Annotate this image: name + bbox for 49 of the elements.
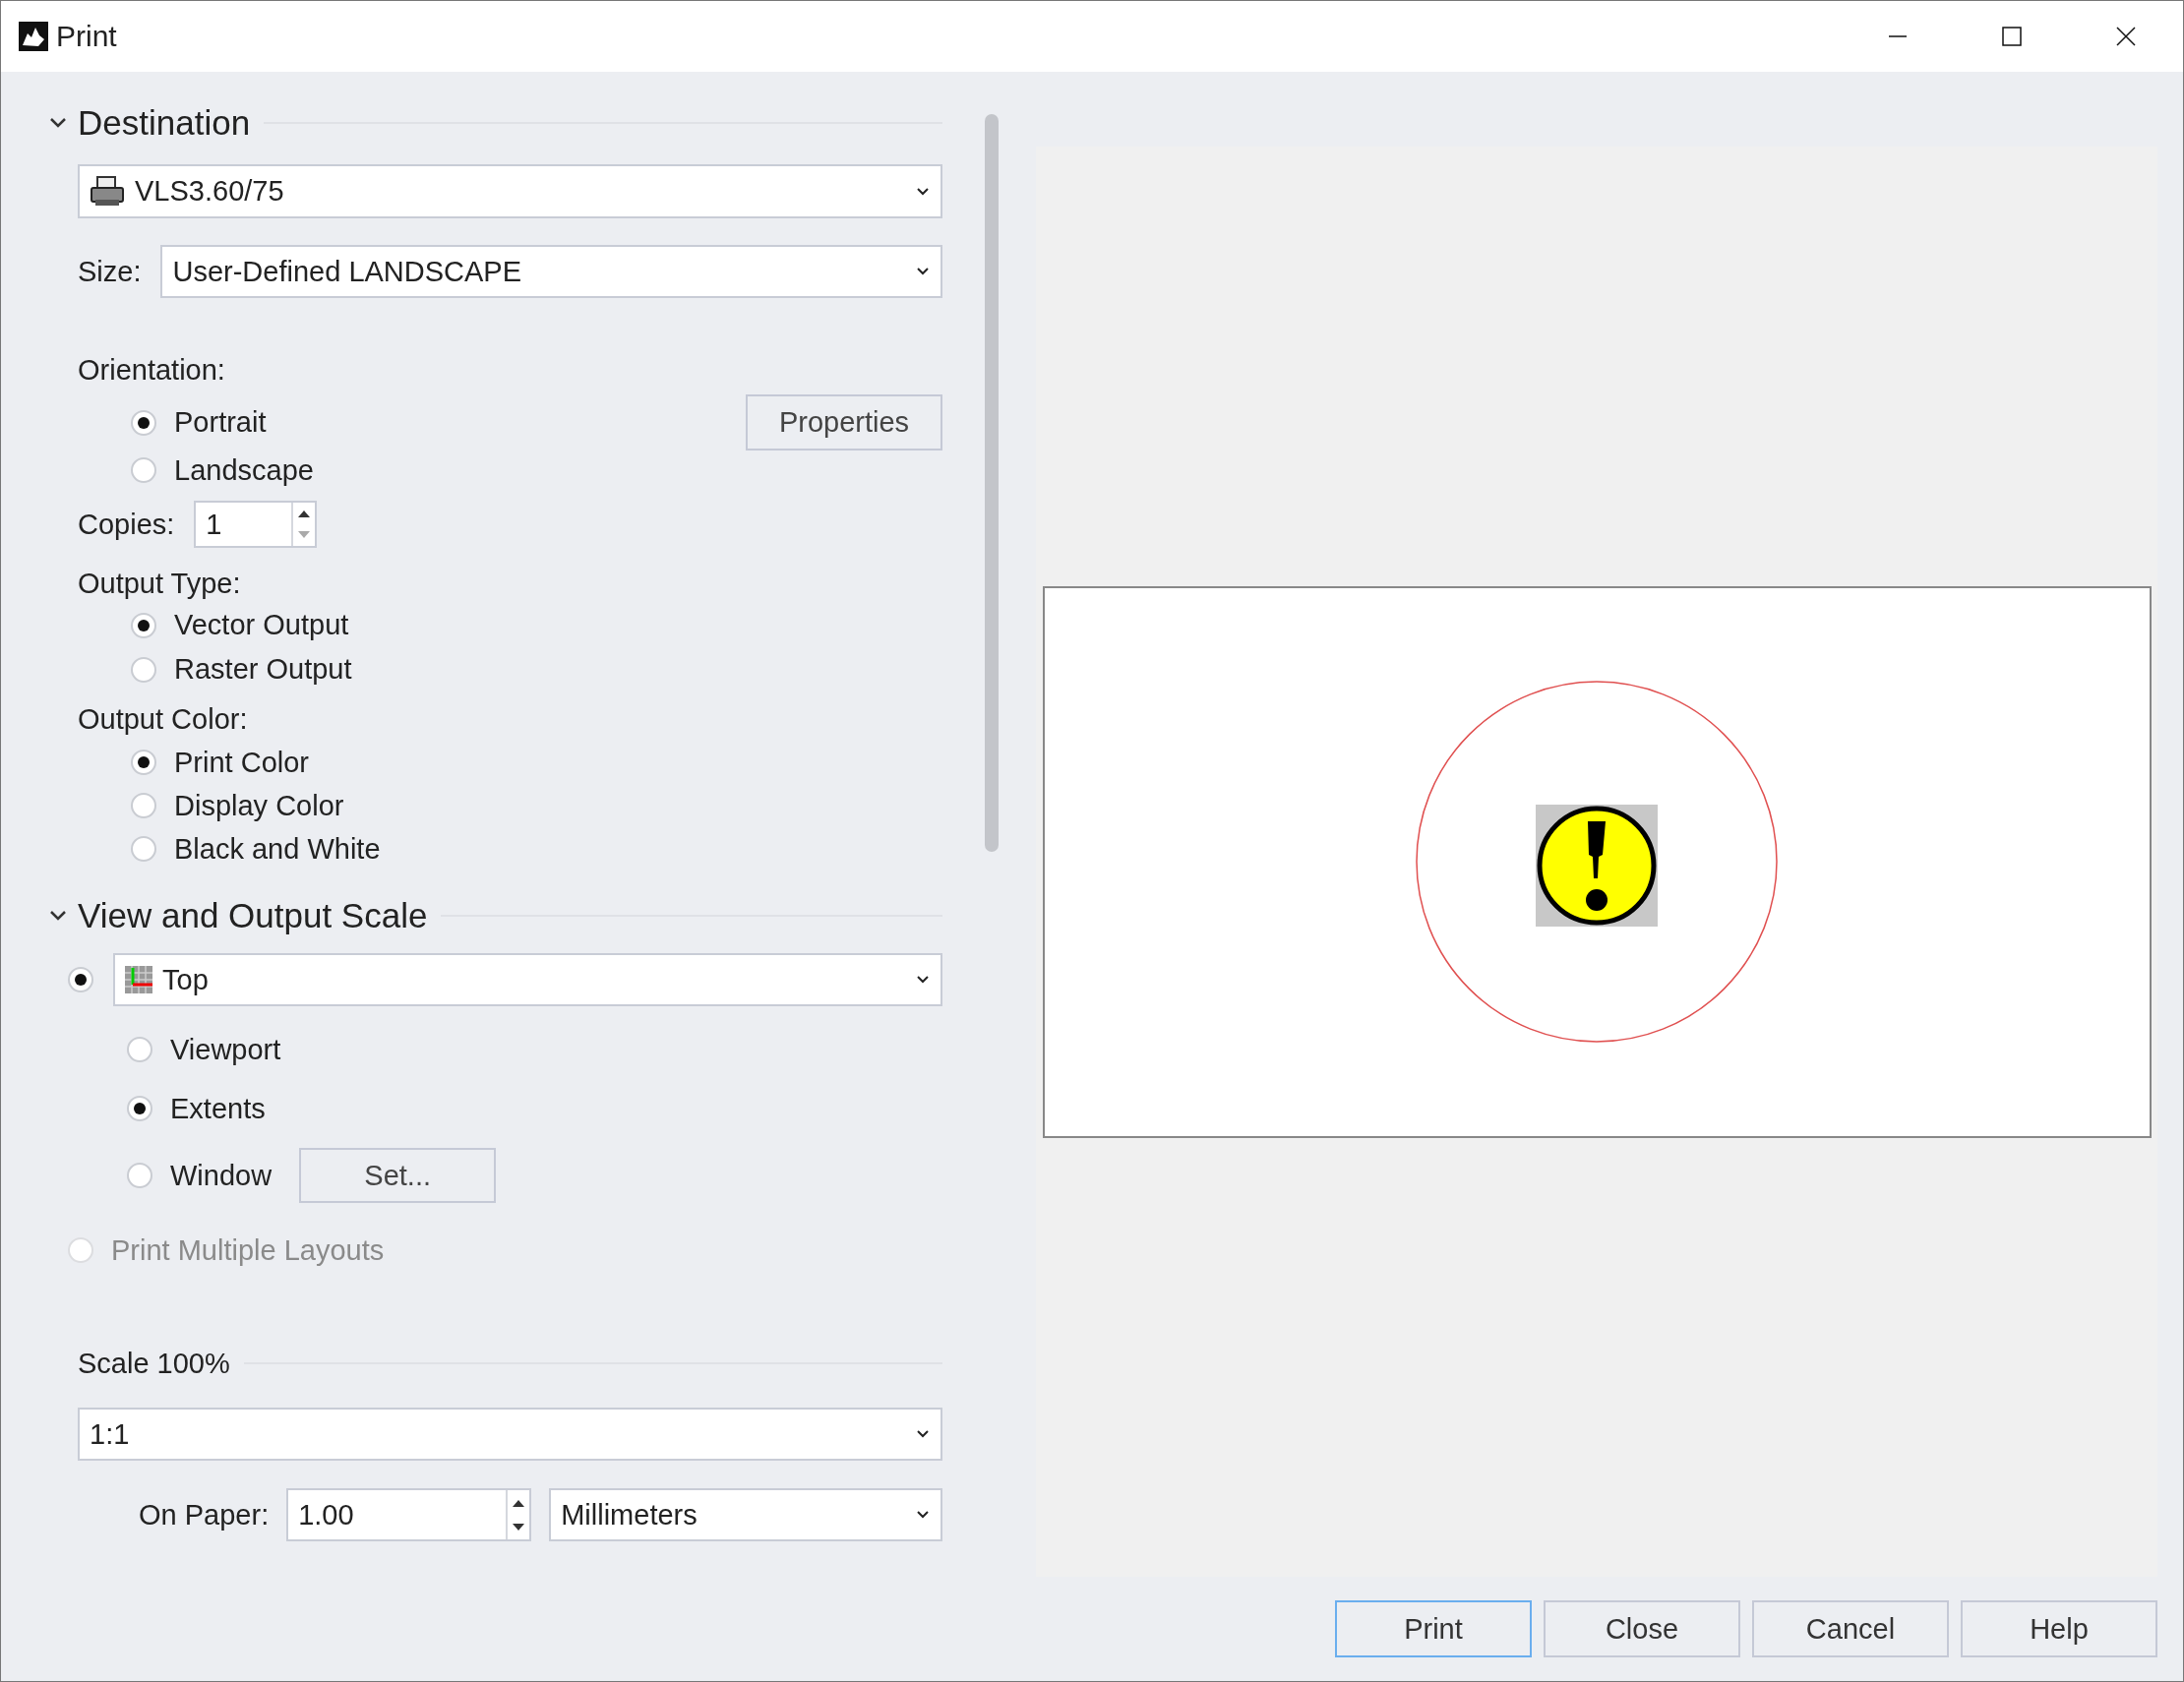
set-button[interactable]: Set... xyxy=(299,1148,497,1203)
up-arrow-icon xyxy=(297,509,312,518)
printer-dropdown[interactable]: VLS3.60/75 xyxy=(78,164,942,218)
radio-option[interactable]: Extents xyxy=(127,1092,266,1125)
down-arrow-icon xyxy=(297,530,312,540)
ratio-dropdown[interactable]: 1:1 xyxy=(78,1408,942,1461)
radio-option[interactable]: Window xyxy=(127,1159,273,1192)
size-dropdown[interactable]: User-Defined LANDSCAPE xyxy=(160,245,942,298)
radio-option[interactable]: Vector Output xyxy=(131,609,349,641)
field-label: Copies: xyxy=(78,508,175,541)
radio-option[interactable]: Landscape xyxy=(131,453,314,487)
grid-view-icon xyxy=(125,966,152,993)
group-label: Orientation: xyxy=(78,353,225,387)
dialog-button[interactable]: Cancel xyxy=(1752,1600,1949,1657)
caret-icon xyxy=(915,974,931,986)
app-logo-icon xyxy=(19,22,48,51)
down-arrow-icon xyxy=(512,1522,526,1532)
view-dropdown[interactable]: Top xyxy=(113,953,942,1006)
copies-field[interactable]: 1 xyxy=(194,501,318,548)
radio-option[interactable]: Raster Output xyxy=(131,653,352,686)
radio-option[interactable]: Viewport xyxy=(127,1033,281,1066)
radio-option[interactable]: Black and White xyxy=(131,832,381,866)
minimize-icon xyxy=(1888,35,1908,37)
section-title: Destination xyxy=(78,103,251,143)
units-dropdown[interactable]: Millimeters xyxy=(549,1488,942,1541)
caret-icon xyxy=(915,1509,931,1521)
section-title: Scale 100% xyxy=(78,1347,230,1380)
dialog-button[interactable]: Close xyxy=(1544,1600,1740,1657)
radio-button[interactable] xyxy=(68,967,93,992)
radio-option[interactable]: Display Color xyxy=(131,789,344,822)
dialog-button[interactable]: Print xyxy=(1335,1600,1532,1657)
scrollbar-thumb[interactable] xyxy=(985,114,999,852)
radio-option[interactable]: Print Color xyxy=(131,746,309,779)
radio-option[interactable]: Portrait xyxy=(131,406,267,439)
caret-icon xyxy=(915,185,931,198)
group-label: Output Type: xyxy=(78,567,241,600)
window-title: Print xyxy=(56,20,117,53)
maximize-icon xyxy=(2002,27,2022,46)
properties-button[interactable]: Properties xyxy=(746,394,942,451)
section-title: View and Output Scale xyxy=(78,896,428,935)
on-paper-field[interactable]: 1.00 xyxy=(286,1488,532,1541)
caret-icon xyxy=(915,266,931,277)
caret-icon xyxy=(915,1428,931,1440)
field-label: On Paper: xyxy=(139,1498,270,1532)
field-label: Size: xyxy=(78,255,142,288)
dialog-button[interactable]: Help xyxy=(1961,1600,2157,1657)
group-label: Output Color: xyxy=(78,702,248,736)
printer-icon xyxy=(90,175,125,208)
close-icon xyxy=(2116,27,2136,46)
